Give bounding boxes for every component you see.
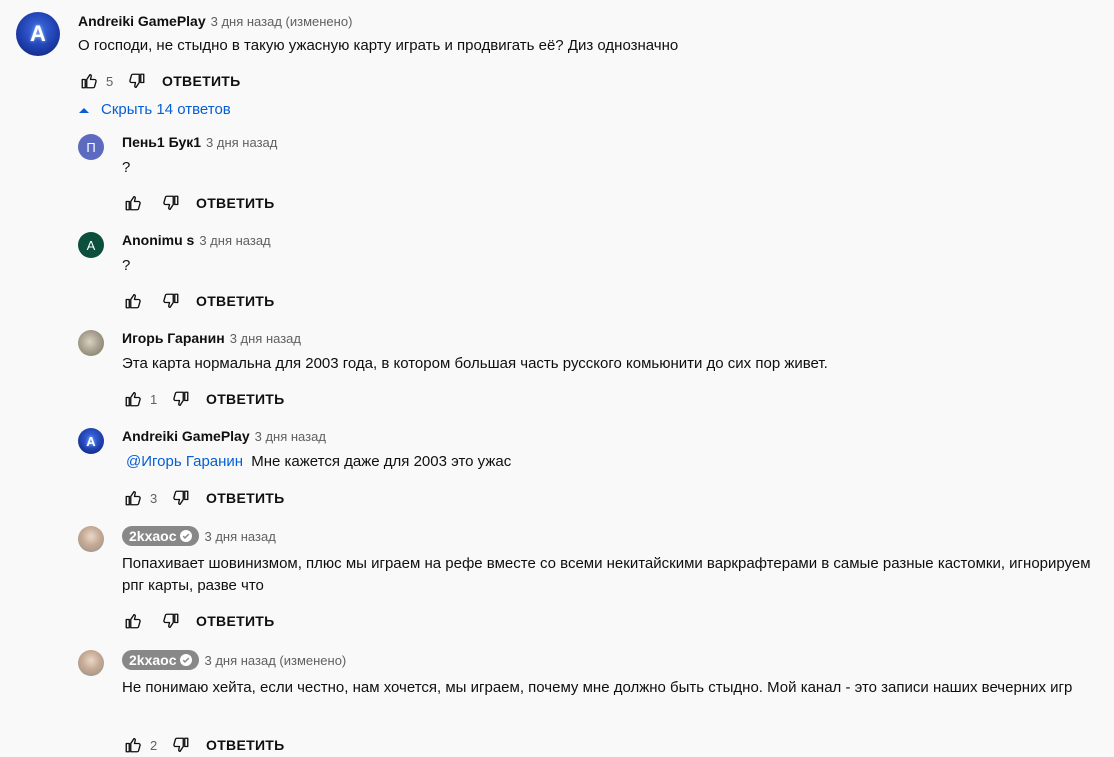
chevron-up-icon: [79, 107, 89, 113]
like-icon[interactable]: [122, 290, 144, 312]
verified-check-icon: [180, 654, 193, 666]
dislike-icon[interactable]: [170, 487, 192, 509]
timestamp[interactable]: 3 дня назад: [255, 429, 326, 444]
reply-button[interactable]: ОТВЕТИТЬ: [196, 613, 275, 629]
author-name[interactable]: Игорь Гаранин: [122, 330, 225, 346]
author-name[interactable]: 2kxaoc: [122, 650, 200, 670]
reply-button[interactable]: ОТВЕТИТЬ: [206, 737, 285, 753]
mention-link[interactable]: @Игорь Гаранин: [122, 453, 243, 470]
reply-button[interactable]: ОТВЕТИТЬ: [206, 490, 285, 506]
like-icon[interactable]: [122, 487, 144, 509]
dislike-icon[interactable]: [170, 734, 192, 756]
comment-text: ?: [122, 257, 131, 274]
reply-button[interactable]: ОТВЕТИТЬ: [206, 391, 285, 407]
timestamp[interactable]: 3 дня назад (изменено): [211, 14, 353, 29]
comment-text: О господи, не стыдно в такую ужасную кар…: [78, 37, 679, 54]
like-count: 5: [106, 73, 114, 89]
comment-text: ?: [122, 159, 131, 176]
author-name[interactable]: 2kxaoc: [122, 526, 200, 546]
comment-text: Попахивает шовинизмом, плюс мы играем на…: [122, 555, 1091, 594]
timestamp[interactable]: 3 дня назад: [204, 529, 275, 544]
like-count: 2: [150, 737, 158, 753]
reply-button[interactable]: ОТВЕТИТЬ: [196, 293, 275, 309]
like-icon[interactable]: [122, 192, 144, 214]
avatar[interactable]: П: [78, 134, 104, 160]
timestamp[interactable]: 3 дня назад: [230, 331, 301, 346]
timestamp[interactable]: 3 дня назад (изменено): [204, 653, 346, 668]
avatar[interactable]: A: [78, 232, 104, 258]
reply-button[interactable]: ОТВЕТИТЬ: [162, 73, 241, 89]
comment-text: Эта карта нормальна для 2003 года, в кот…: [122, 355, 828, 372]
author-name[interactable]: Andreiki GamePlay: [78, 13, 206, 29]
like-icon[interactable]: [122, 734, 144, 756]
like-count: 1: [150, 391, 158, 407]
timestamp[interactable]: 3 дня назад: [206, 135, 277, 150]
avatar[interactable]: [78, 330, 104, 356]
dislike-icon[interactable]: [126, 70, 148, 92]
comment-text: @Игорь Гаранин Мне кажется даже для 2003…: [122, 451, 1106, 473]
avatar[interactable]: [78, 526, 104, 552]
like-icon[interactable]: [122, 388, 144, 410]
avatar[interactable]: A: [16, 12, 60, 56]
author-name[interactable]: Andreiki GamePlay: [122, 428, 250, 444]
dislike-icon[interactable]: [160, 290, 182, 312]
author-name[interactable]: Anonimu s: [122, 232, 194, 248]
timestamp[interactable]: 3 дня назад: [199, 233, 270, 248]
verified-check-icon: [180, 530, 193, 542]
hide-replies-button[interactable]: Скрыть 14 ответов: [78, 101, 231, 118]
like-count: 3: [150, 490, 158, 506]
like-icon[interactable]: [122, 610, 144, 632]
dislike-icon[interactable]: [160, 610, 182, 632]
reply-button[interactable]: ОТВЕТИТЬ: [196, 195, 275, 211]
like-icon[interactable]: [78, 70, 100, 92]
avatar[interactable]: A: [78, 428, 104, 454]
comment-text: Не понимаю хейта, если честно, нам хочет…: [122, 679, 1073, 696]
avatar[interactable]: [78, 650, 104, 676]
dislike-icon[interactable]: [170, 388, 192, 410]
dislike-icon[interactable]: [160, 192, 182, 214]
author-name[interactable]: Пень1 Бук1: [122, 134, 201, 150]
